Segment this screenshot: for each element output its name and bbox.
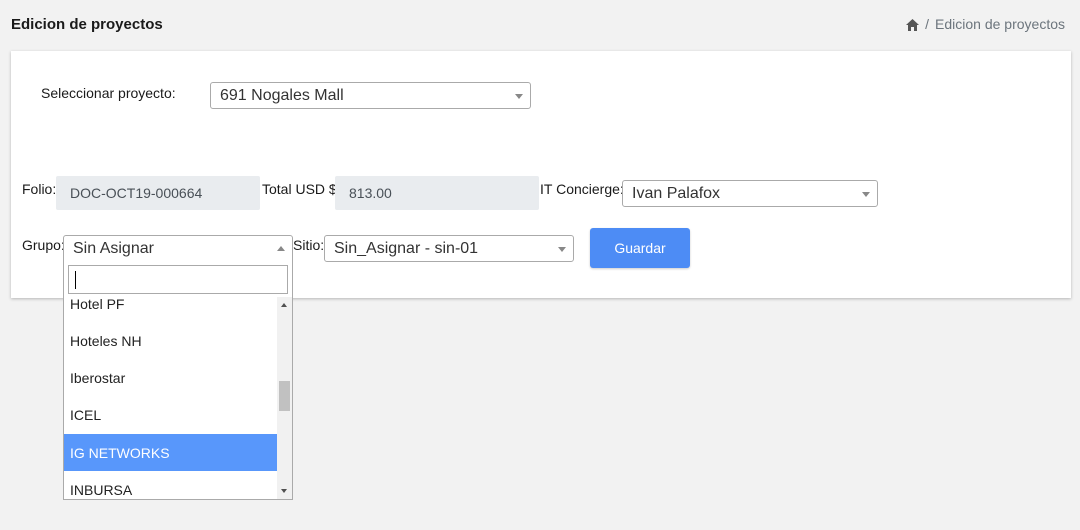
grupo-select-value: Sin Asignar	[73, 239, 154, 257]
sitio-select[interactable]: Sin_Asignar - sin-01	[324, 235, 574, 262]
concierge-select[interactable]: Ivan Palafox	[622, 180, 878, 207]
grupo-select[interactable]: Sin Asignar	[63, 235, 293, 262]
total-value: 813.00	[349, 185, 392, 201]
home-icon[interactable]	[906, 18, 920, 31]
project-select[interactable]: 691 Nogales Mall	[210, 82, 531, 109]
grupo-option-highlighted[interactable]: IG NETWORKS	[64, 434, 277, 471]
scroll-down-icon[interactable]	[281, 489, 287, 493]
grupo-option[interactable]: ICEL	[64, 396, 277, 433]
folio-value: DOC-OCT19-000664	[70, 185, 203, 201]
grupo-option[interactable]: INBURSA	[64, 471, 277, 499]
concierge-select-value: Ivan Palafox	[632, 184, 721, 202]
breadcrumb-separator: /	[925, 16, 930, 32]
grupo-option[interactable]: Hotel PF	[64, 297, 277, 322]
chevron-down-icon	[558, 246, 566, 252]
chevron-down-icon	[515, 93, 523, 99]
grupo-option[interactable]: Iberostar	[64, 359, 277, 396]
chevron-up-icon	[277, 245, 285, 251]
save-button[interactable]: Guardar	[590, 228, 690, 268]
sitio-label: Sitio:	[293, 237, 325, 253]
text-caret	[75, 271, 76, 289]
total-label: Total USD $	[262, 181, 337, 197]
folio-label: Folio:	[22, 181, 57, 197]
chevron-down-icon	[862, 191, 870, 197]
concierge-label: IT Concierge:	[540, 181, 624, 197]
scrollbar-thumb[interactable]	[279, 381, 290, 411]
project-select-value: 691 Nogales Mall	[220, 86, 344, 104]
sitio-select-value: Sin_Asignar - sin-01	[334, 239, 479, 257]
breadcrumb: / Edicion de proyectos	[906, 16, 1065, 32]
grupo-label: Grupo:	[22, 237, 65, 253]
grupo-option[interactable]: Hoteles NH	[64, 322, 277, 359]
grupo-option-list: Hotel PF Hoteles NH Iberostar ICEL IG NE…	[64, 297, 277, 499]
folio-field: DOC-OCT19-000664	[56, 176, 260, 210]
breadcrumb-current: Edicion de proyectos	[935, 16, 1065, 32]
grupo-search-input[interactable]	[68, 265, 288, 294]
page-title: Edicion de proyectos	[11, 16, 163, 33]
project-select-label: Seleccionar proyecto:	[41, 85, 176, 101]
grupo-dropdown-scrollbar[interactable]	[277, 297, 292, 499]
scroll-up-icon[interactable]	[281, 303, 287, 307]
total-field: 813.00	[335, 176, 539, 210]
grupo-dropdown: Hotel PF Hoteles NH Iberostar ICEL IG NE…	[63, 261, 293, 500]
